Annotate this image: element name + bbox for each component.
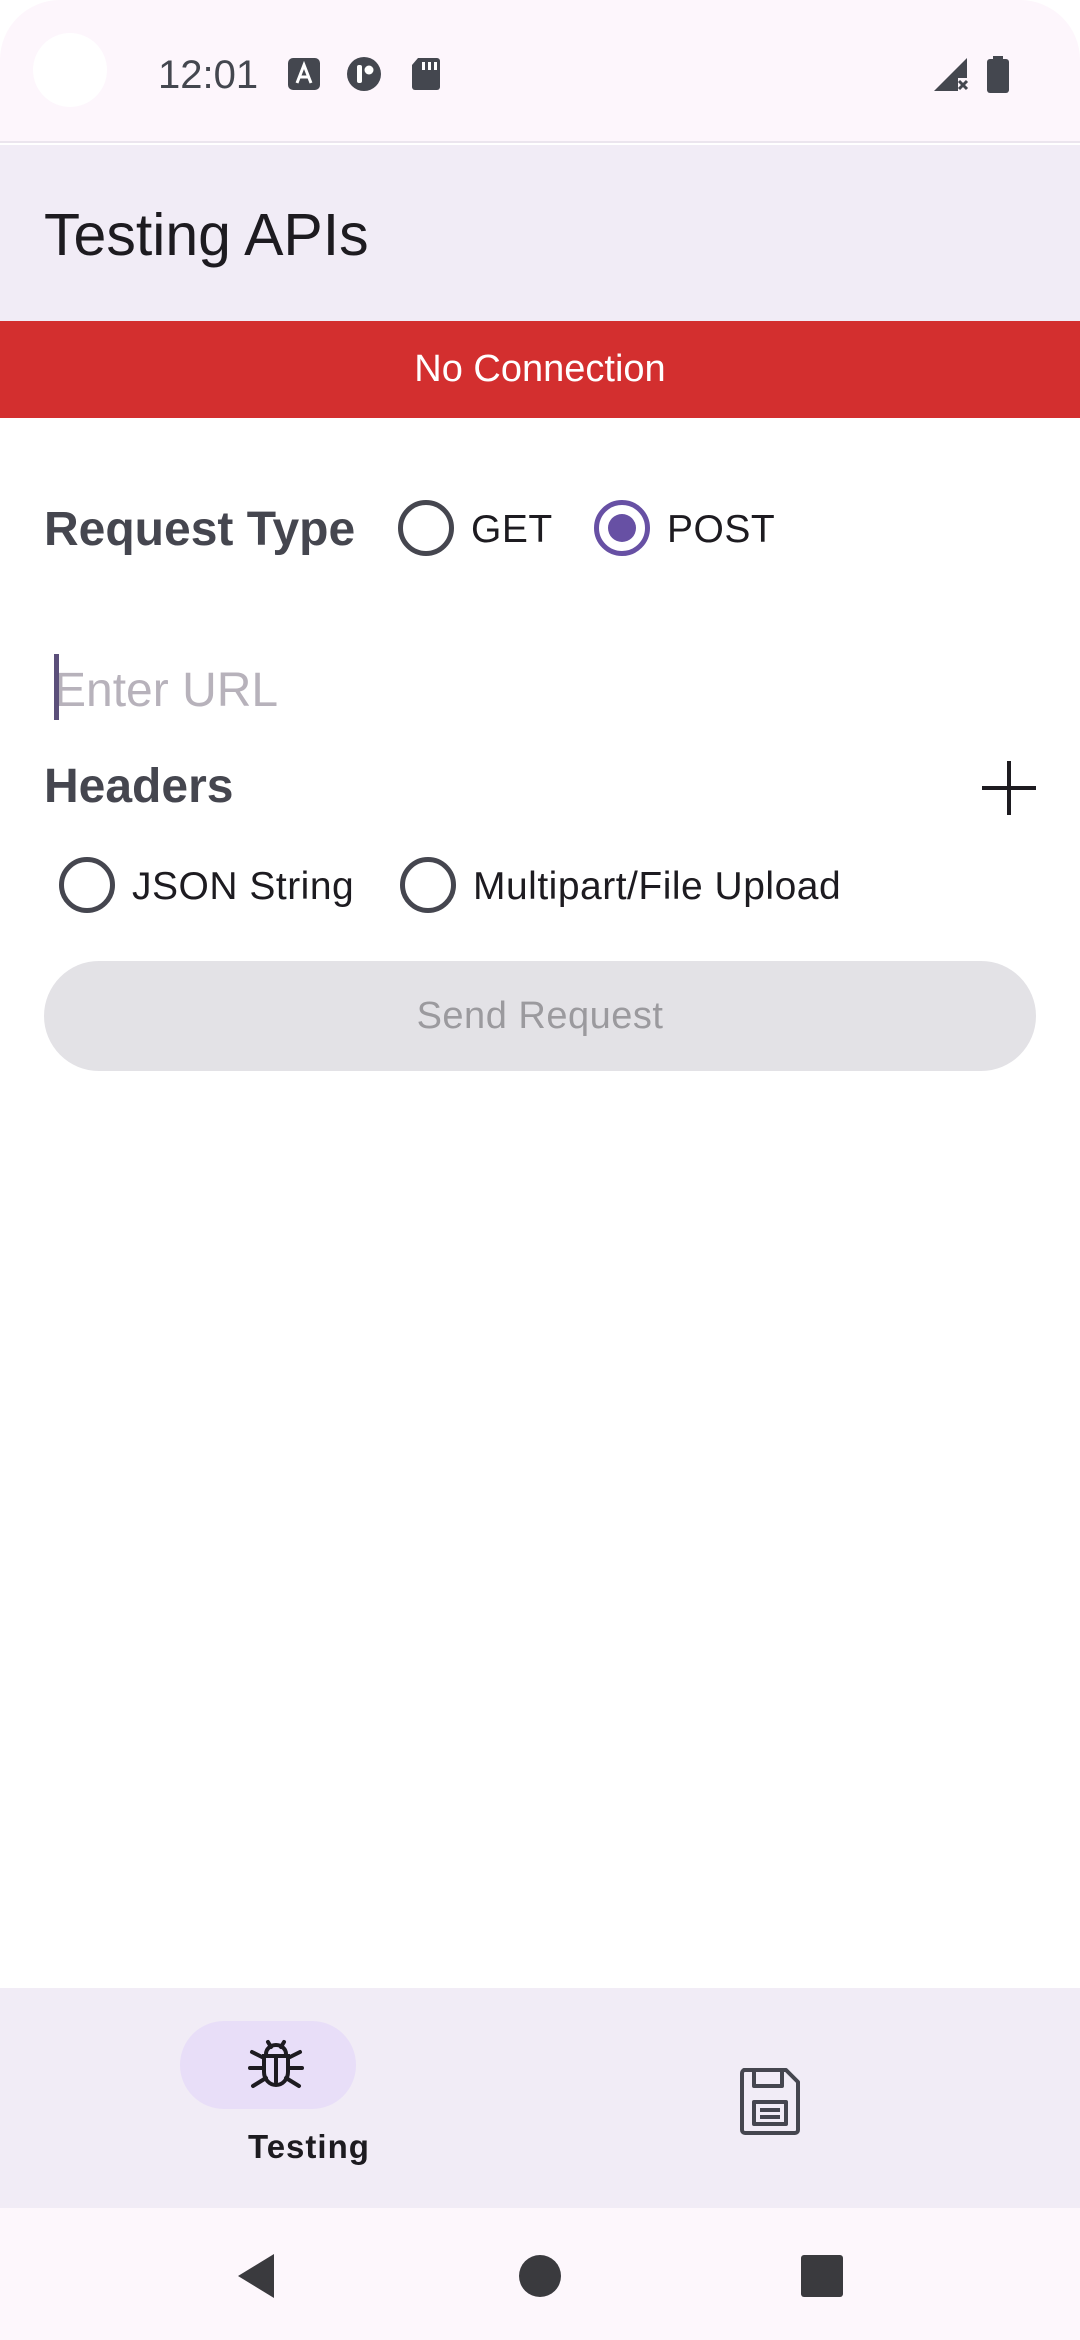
request-type-label: Request Type — [44, 503, 356, 556]
teams-app-icon — [347, 57, 381, 91]
get-radio-label[interactable]: GET — [471, 505, 553, 555]
headers-label: Headers — [44, 760, 234, 813]
add-header-button[interactable] — [976, 755, 1042, 821]
no-signal-icon — [934, 58, 969, 91]
json-string-radio-label[interactable]: JSON String — [132, 862, 354, 912]
recents-icon[interactable] — [800, 2254, 844, 2298]
json-string-radio[interactable] — [59, 857, 115, 913]
system-navigation-bar — [0, 2208, 1080, 2340]
back-icon[interactable] — [234, 2252, 278, 2300]
bug-icon — [248, 2040, 304, 2088]
send-request-button[interactable]: Send Request — [44, 961, 1036, 1071]
send-request-label: Send Request — [416, 994, 664, 1037]
text-cursor — [54, 654, 59, 720]
sd-card-icon — [412, 58, 440, 90]
accessibility-a-icon — [288, 58, 320, 90]
nav-item-testing[interactable]: Testing — [0, 1988, 540, 2208]
multipart-upload-radio[interactable] — [400, 857, 456, 913]
post-radio[interactable] — [594, 500, 650, 556]
multipart-upload-radio-label[interactable]: Multipart/File Upload — [473, 862, 841, 912]
status-bar: 12:01 — [0, 0, 1080, 143]
status-time: 12:01 — [158, 53, 259, 97]
plus-icon — [982, 761, 1036, 815]
battery-icon — [987, 56, 1009, 93]
url-input[interactable] — [44, 640, 1034, 740]
post-radio-label[interactable]: POST — [667, 505, 775, 555]
app-title: Testing APIs — [44, 202, 369, 268]
save-icon — [740, 2068, 800, 2135]
top-app-bar: Testing APIs — [0, 145, 1080, 321]
camera-cutout — [33, 33, 107, 107]
nav-item-saved[interactable] — [540, 1988, 1080, 2208]
home-icon[interactable] — [518, 2254, 562, 2298]
get-radio[interactable] — [398, 500, 454, 556]
bottom-navigation: Testing — [0, 1988, 1080, 2208]
connection-status-text: No Connection — [414, 348, 666, 390]
nav-label-testing: Testing — [248, 2128, 370, 2165]
connection-status-banner: No Connection — [0, 321, 1080, 418]
screen: 12:01 Testing APIs No Connection Request… — [0, 0, 1080, 2340]
